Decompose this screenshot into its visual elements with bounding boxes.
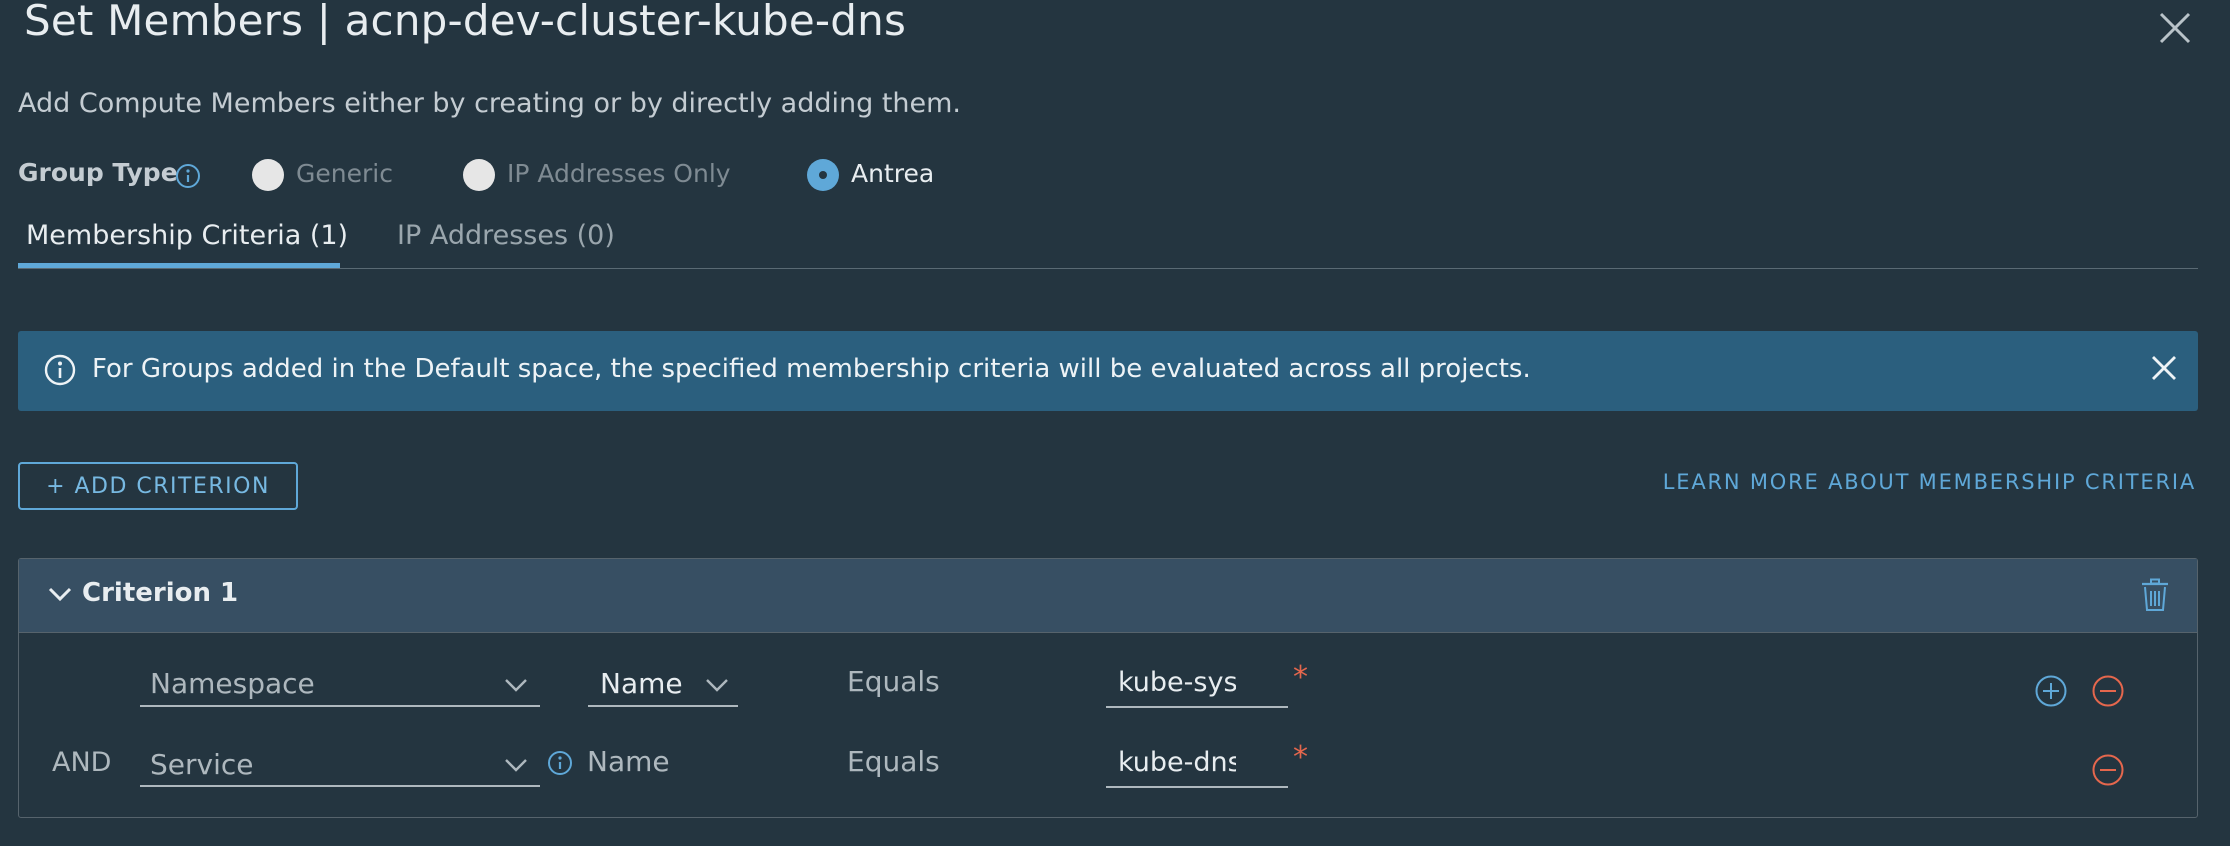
info-banner-text: For Groups added in the Default space, t… bbox=[92, 354, 1531, 384]
info-icon[interactable] bbox=[174, 162, 202, 190]
tab-ip-addresses[interactable]: IP Addresses (0) bbox=[397, 220, 615, 251]
remove-row-icon[interactable] bbox=[2091, 753, 2125, 787]
attribute-select-value: Name bbox=[600, 667, 683, 700]
tab-active-indicator bbox=[18, 263, 340, 268]
banner-close-icon[interactable] bbox=[2148, 352, 2180, 384]
trash-icon[interactable] bbox=[2140, 578, 2170, 612]
info-circle-icon bbox=[44, 354, 76, 386]
dialog-title: Set Members | acnp-dev-cluster-kube-dns bbox=[24, 0, 907, 45]
radio-ip-addresses-only-label: IP Addresses Only bbox=[507, 159, 731, 188]
conjunction-label: AND bbox=[52, 747, 112, 778]
value-input[interactable]: kube-sys bbox=[1106, 658, 1288, 708]
value-input-text: kube-dns bbox=[1118, 747, 1236, 778]
group-type-label: Group Type bbox=[18, 158, 178, 187]
member-type-select[interactable] bbox=[140, 785, 540, 787]
radio-generic[interactable] bbox=[252, 159, 284, 191]
remove-row-icon[interactable] bbox=[2091, 674, 2125, 708]
chevron-down-icon[interactable] bbox=[503, 676, 529, 694]
member-type-select-value: Namespace bbox=[150, 667, 315, 700]
chevron-down-icon[interactable] bbox=[503, 756, 529, 774]
learn-more-link[interactable]: LEARN MORE ABOUT MEMBERSHIP CRITERIA bbox=[1650, 470, 2196, 494]
info-icon[interactable] bbox=[546, 749, 574, 777]
dialog-subtitle: Add Compute Members either by creating o… bbox=[18, 88, 962, 119]
criterion-title: Criterion 1 bbox=[82, 578, 239, 608]
tab-membership-criteria[interactable]: Membership Criteria (1) bbox=[26, 220, 348, 251]
member-type-select-value: Service bbox=[150, 748, 254, 781]
close-icon[interactable] bbox=[2155, 8, 2195, 48]
value-input-text: kube-sys bbox=[1118, 667, 1236, 698]
tab-divider bbox=[18, 268, 2198, 269]
required-marker: * bbox=[1293, 660, 1308, 695]
attribute-label: Name bbox=[587, 745, 670, 778]
value-input[interactable]: kube-dns bbox=[1106, 738, 1288, 788]
operator-label: Equals bbox=[847, 665, 940, 698]
radio-ip-addresses-only[interactable] bbox=[463, 159, 495, 191]
add-row-icon[interactable] bbox=[2034, 674, 2068, 708]
required-marker: * bbox=[1293, 740, 1308, 775]
radio-antrea[interactable] bbox=[807, 159, 839, 191]
chevron-down-icon[interactable] bbox=[704, 676, 730, 694]
member-type-select[interactable] bbox=[140, 705, 540, 707]
operator-label: Equals bbox=[847, 745, 940, 778]
chevron-down-icon[interactable] bbox=[46, 580, 74, 608]
attribute-select[interactable] bbox=[588, 705, 738, 707]
radio-generic-label: Generic bbox=[296, 159, 393, 188]
radio-antrea-label: Antrea bbox=[851, 159, 935, 188]
criterion-header[interactable] bbox=[19, 559, 2197, 633]
add-criterion-button[interactable]: + ADD CRITERION bbox=[18, 462, 298, 510]
